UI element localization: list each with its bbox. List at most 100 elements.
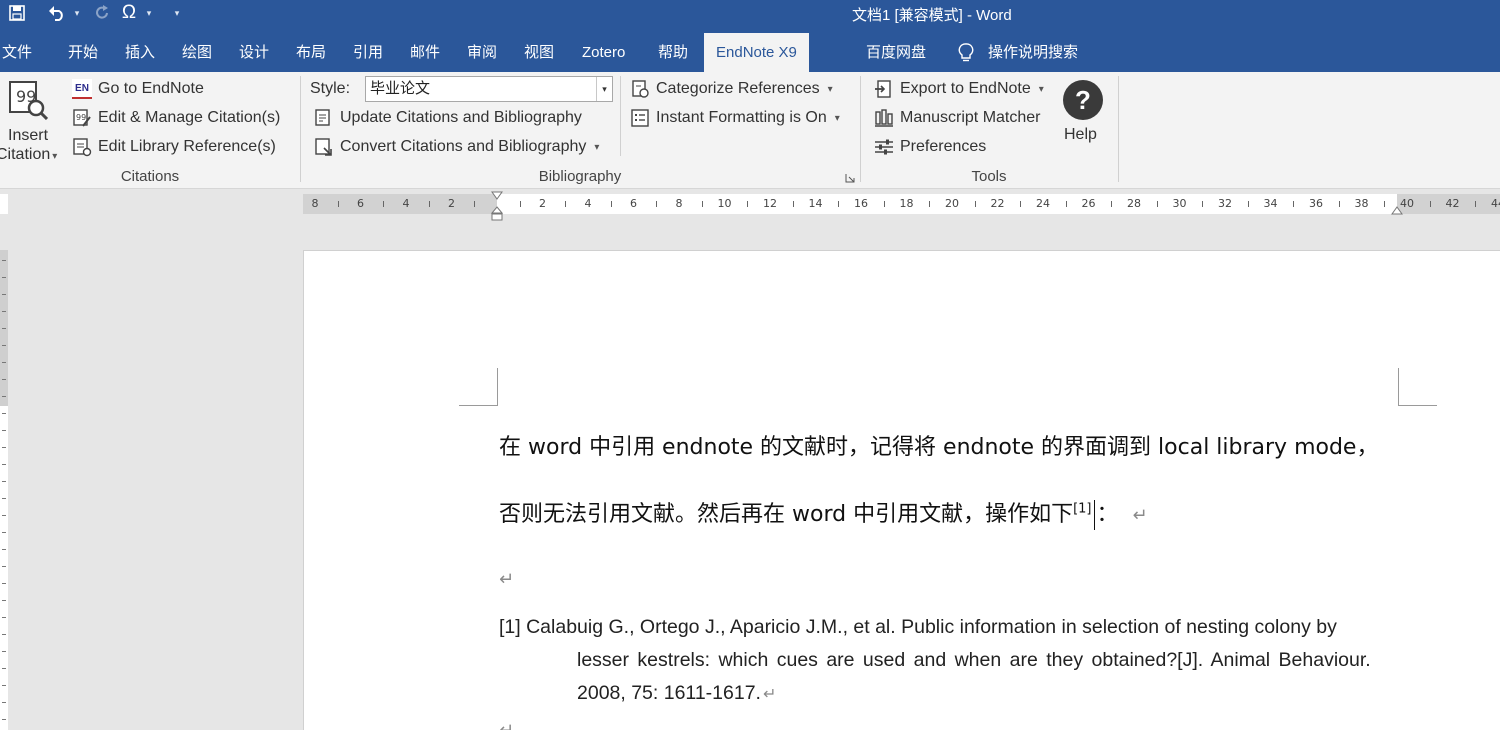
edit-library-references-button[interactable]: Edit Library Reference(s) <box>72 135 276 159</box>
tab-home[interactable]: 开始 <box>68 33 98 72</box>
tab-file[interactable]: 文件 <box>2 33 32 72</box>
insert-citation-label-1: Insert <box>8 127 49 144</box>
ruler-tick <box>1111 201 1113 207</box>
vertical-ruler-tick <box>2 566 6 567</box>
tab-endnote[interactable]: EndNote X9 <box>704 33 809 72</box>
tell-me-search[interactable]: 操作说明搜索 <box>958 33 1078 72</box>
ruler-tick <box>792 201 794 207</box>
instant-formatting-button[interactable]: Instant Formatting is On ▾ <box>630 106 840 130</box>
vertical-ruler-tick <box>2 634 6 635</box>
tab-draw[interactable]: 绘图 <box>182 33 212 72</box>
group-citations: 99 Insert Citation ▾ EN Go to EndNote 99 … <box>0 72 300 189</box>
edit-manage-citations-button[interactable]: 99 Edit & Manage Citation(s) <box>72 106 280 130</box>
customize-qat-icon[interactable]: ▾ <box>172 8 182 19</box>
go-to-endnote-button[interactable]: EN Go to EndNote <box>72 77 204 101</box>
tab-review[interactable]: 审阅 <box>467 33 497 72</box>
style-dropdown[interactable]: 毕业论文 ▾ <box>365 76 613 102</box>
ruler-tick <box>1384 201 1386 207</box>
tab-zotero[interactable]: Zotero <box>582 33 625 72</box>
tab-view[interactable]: 视图 <box>524 33 554 72</box>
document-page[interactable]: 在 word 中引用 endnote 的文献时，记得将 endnote 的界面调… <box>303 250 1500 730</box>
paragraph-1[interactable]: 在 word 中引用 endnote 的文献时，记得将 endnote 的界面调… <box>499 429 1378 461</box>
tab-insert[interactable]: 插入 <box>125 33 155 72</box>
convert-citations-label: Convert Citations and Bibliography <box>340 138 587 155</box>
bibliography-line-1: [1] Calabuig G., Ortego J., Aparicio J.M… <box>499 616 1337 638</box>
edit-manage-citations-label: Edit & Manage Citation(s) <box>98 109 281 126</box>
tab-mailings[interactable]: 邮件 <box>410 33 440 72</box>
ruler-tick <box>428 201 430 207</box>
manuscript-matcher-label: Manuscript Matcher <box>900 109 1041 126</box>
empty-paragraph[interactable]: ↵ <box>499 566 514 591</box>
preferences-button[interactable]: Preferences <box>874 135 986 159</box>
ruler-tick <box>337 201 339 207</box>
tab-help[interactable]: 帮助 <box>658 33 688 72</box>
empty-paragraph-2[interactable]: ↵ <box>499 717 514 730</box>
redo-button[interactable] <box>92 2 114 24</box>
ruler-tick <box>1156 201 1158 207</box>
citation-marker[interactable]: [1] <box>1073 502 1091 517</box>
horizontal-ruler[interactable]: 8 6 4 2 2 4 6 8 10 12 14 16 18 20 22 24 26 28 30 32 34 36 38 40… <box>303 191 1500 221</box>
vertical-ruler-tick <box>2 702 6 703</box>
lightbulb-icon <box>958 42 974 61</box>
style-dropdown-caret-icon[interactable]: ▾ <box>596 77 612 101</box>
convert-citations-icon <box>315 138 332 156</box>
ruler-number: 4 <box>402 197 410 210</box>
convert-citations-button[interactable]: Convert Citations and Bibliography ▾ <box>314 135 599 159</box>
ruler-number: 22 <box>990 197 1005 210</box>
categorize-references-label: Categorize References <box>656 80 820 97</box>
tab-baidu-netdisk[interactable]: 百度网盘 <box>866 33 926 72</box>
save-button[interactable] <box>6 2 28 24</box>
update-citations-button[interactable]: Update Citations and Bibliography <box>314 106 582 130</box>
ruler-number: 6 <box>630 197 637 210</box>
manuscript-matcher-icon <box>875 109 893 127</box>
paragraph-mark-icon: ↵ <box>499 720 514 730</box>
text-cursor <box>1093 500 1095 530</box>
ruler-tick <box>883 201 885 207</box>
style-value: 毕业论文 <box>370 80 431 97</box>
undo-icon <box>49 6 63 21</box>
update-citations-label: Update Citations and Bibliography <box>340 109 582 126</box>
bibliography-entry[interactable]: [1] Calabuig G., Ortego J., Aparicio J.M… <box>499 611 1399 711</box>
title-bar: ▾ Ω ▾ ▾ 文档1 [兼容模式] - Word <box>0 0 1500 33</box>
window-title: 文档1 [兼容模式] - Word <box>852 7 1012 24</box>
ruler-number: 26 <box>1081 197 1096 210</box>
vertical-ruler[interactable] <box>0 250 8 730</box>
undo-button[interactable] <box>46 2 68 24</box>
style-label: Style: <box>310 80 351 97</box>
convert-dropdown-icon: ▾ <box>594 141 600 153</box>
tab-layout[interactable]: 布局 <box>296 33 326 72</box>
svg-text:99: 99 <box>76 113 86 122</box>
sliders-icon <box>875 139 893 155</box>
export-to-endnote-button[interactable]: Export to EndNote ▾ <box>874 77 1044 101</box>
ruler-number: 34 <box>1263 197 1278 210</box>
insert-citation-button[interactable]: 99 Insert Citation ▾ <box>0 78 62 163</box>
ruler-number: 6 <box>357 197 364 210</box>
categorize-references-button[interactable]: Categorize References ▾ <box>630 77 833 101</box>
tab-references[interactable]: 引用 <box>353 33 383 72</box>
ruler-number: 8 <box>311 197 319 210</box>
ruler-tick <box>701 201 703 207</box>
ruler-corner <box>0 194 8 214</box>
manuscript-matcher-button[interactable]: Manuscript Matcher <box>874 106 1041 130</box>
ruler-number: 2 <box>448 197 455 210</box>
vertical-ruler-tick <box>2 583 6 584</box>
help-button[interactable]: ? Help <box>1060 78 1106 146</box>
vertical-ruler-tick <box>2 277 6 278</box>
vertical-ruler-tick <box>2 532 6 533</box>
group-label-bibliography: Bibliography <box>538 168 622 185</box>
hanging-indent-marker[interactable] <box>491 206 503 222</box>
paragraph-2[interactable]: 否则无法引用文献。然后再在 word 中引用文献，操作如下[1] ： ↵ <box>499 496 1148 530</box>
dialog-launcher-icon[interactable] <box>845 173 855 183</box>
redo-icon <box>96 5 108 19</box>
first-line-indent-marker[interactable] <box>491 191 503 201</box>
ruler-tick <box>1202 201 1204 207</box>
symbol-dropdown-icon[interactable]: ▾ <box>144 8 154 19</box>
symbol-button[interactable]: Ω <box>118 2 140 24</box>
ruler-number: 30 <box>1172 197 1187 210</box>
ruler-tick <box>929 201 931 207</box>
undo-dropdown-icon[interactable]: ▾ <box>72 8 82 19</box>
tab-design[interactable]: 设计 <box>239 33 269 72</box>
ruler-number: 24 <box>1036 197 1050 210</box>
ruler-tick <box>1020 201 1022 207</box>
insert-citation-dropdown-icon: ▾ <box>52 151 58 162</box>
